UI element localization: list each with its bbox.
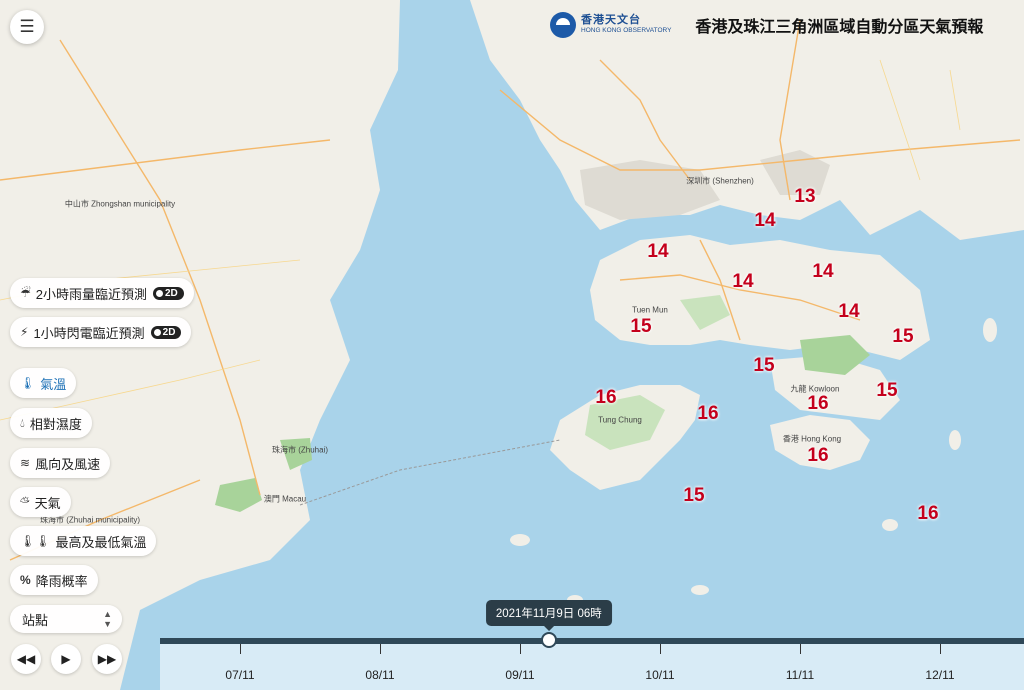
- rain-2d-toggle[interactable]: 2D: [153, 286, 184, 300]
- timeline-tick: [240, 644, 241, 654]
- rain-cloud-icon: ☔: [20, 286, 31, 300]
- layer-lightning-label: 1小時閃電臨近預測: [33, 325, 145, 341]
- timeline-tick-label[interactable]: 12/11: [925, 668, 954, 682]
- map-label-zhuhai: 珠海市 (Zhuhai): [271, 445, 329, 455]
- wind-icon: ≋: [20, 456, 31, 470]
- map-label-tung-chung: Tung Chung: [598, 415, 642, 425]
- temperature-marker[interactable]: 15: [753, 355, 774, 377]
- temperature-marker[interactable]: 14: [812, 261, 833, 283]
- temperature-marker[interactable]: 16: [697, 403, 718, 425]
- hko-logo-icon: [550, 12, 576, 38]
- hko-logo[interactable]: 香港天文台 HONG KONG OBSERVATORY: [550, 12, 671, 38]
- layer-lightning[interactable]: ⚡ 1小時閃電臨近預測 2D: [10, 317, 192, 347]
- temperature-marker[interactable]: 16: [807, 445, 828, 467]
- station-select-value: 站點: [22, 612, 49, 628]
- timeline-track[interactable]: [160, 638, 1024, 644]
- temperature-marker[interactable]: 16: [595, 387, 616, 409]
- max-min-thermometer-icon: 🌡︎🌡︎: [20, 534, 51, 548]
- percent-icon: %: [20, 573, 31, 587]
- layer-max-min-label: 最高及最低氣溫: [55, 534, 147, 550]
- temperature-marker[interactable]: 16: [807, 393, 828, 415]
- layer-max-min[interactable]: 🌡︎🌡︎ 最高及最低氣溫: [10, 526, 157, 556]
- map-label-shenzhen: 深圳市 (Shenzhen): [686, 176, 754, 186]
- layer-weather[interactable]: ⛅︎ 天氣: [10, 487, 71, 517]
- hamburger-icon: ☰: [19, 17, 35, 36]
- menu-button[interactable]: ☰: [10, 10, 44, 44]
- temperature-marker[interactable]: 14: [754, 210, 775, 232]
- droplet-icon: 💧︎: [20, 415, 25, 430]
- timeline-tick: [520, 644, 521, 654]
- temperature-marker[interactable]: 15: [892, 326, 913, 348]
- fast-forward-button[interactable]: ▶▶: [92, 644, 122, 674]
- timeline-background: [160, 644, 1024, 690]
- layer-humidity[interactable]: 💧︎ 相對濕度: [10, 408, 92, 438]
- chevron-updown-icon: ▲ ▼: [103, 609, 112, 629]
- play-icon: ▶: [61, 652, 71, 666]
- temperature-marker[interactable]: 14: [838, 301, 859, 323]
- page-title: 香港及珠江三角洲區域自動分區天氣預報: [695, 19, 984, 36]
- layer-temperature-label: 氣溫: [40, 376, 67, 392]
- temperature-marker[interactable]: 14: [647, 241, 668, 263]
- map-label-zhongshan: 中山市 Zhongshan municipality: [64, 199, 176, 209]
- rewind-icon: ◀◀: [16, 652, 36, 666]
- layer-psr-label: 降雨概率: [35, 573, 88, 589]
- layer-temperature[interactable]: 🌡︎ 氣溫: [10, 368, 77, 398]
- lightning-2d-toggle[interactable]: 2D: [150, 325, 182, 339]
- lightning-icon: ⚡: [20, 325, 29, 339]
- temperature-marker[interactable]: 14: [732, 271, 753, 293]
- temperature-marker[interactable]: 15: [683, 485, 704, 507]
- timeline-tick-label[interactable]: 11/11: [786, 668, 814, 682]
- timeline-tick: [660, 644, 661, 654]
- timeline-tick-label[interactable]: 10/11: [645, 668, 674, 682]
- rewind-button[interactable]: ◀◀: [11, 644, 41, 674]
- play-button[interactable]: ▶: [51, 644, 81, 674]
- map-label-tuen-mun: Tuen Mun: [632, 305, 668, 315]
- timeline-tick: [940, 644, 941, 654]
- fast-forward-icon: ▶▶: [97, 652, 117, 666]
- layer-rain-label: 2小時雨量臨近預測: [35, 286, 147, 302]
- layer-psr[interactable]: % 降雨概率: [10, 565, 98, 595]
- timeline-tick: [800, 644, 801, 654]
- header: 香港天文台 HONG KONG OBSERVATORY 香港及珠江三角洲區域自動…: [550, 12, 983, 38]
- timeline-tick-label[interactable]: 07/11: [225, 668, 254, 682]
- map-label-hong-kong: 香港 Hong Kong: [782, 434, 842, 444]
- station-select[interactable]: 站點 ▲ ▼: [10, 605, 122, 633]
- layer-rain[interactable]: ☔ 2小時雨量臨近預測 2D: [10, 278, 194, 308]
- thermometer-icon: 🌡︎: [20, 376, 36, 390]
- layer-humidity-label: 相對濕度: [29, 416, 82, 432]
- timeline-tick-label[interactable]: 09/11: [505, 668, 534, 682]
- temperature-marker[interactable]: 13: [794, 186, 815, 208]
- layer-weather-label: 天氣: [34, 495, 61, 511]
- weather-icon: ⛅︎: [20, 494, 30, 509]
- timeline-thumb[interactable]: [540, 632, 557, 648]
- temperature-marker[interactable]: 16: [917, 503, 938, 525]
- timeline-tick-label[interactable]: 08/11: [365, 668, 394, 682]
- layer-wind-label: 風向及風速: [35, 456, 101, 472]
- map-label-macau: 澳門 Macau: [263, 494, 307, 504]
- temperature-marker[interactable]: 15: [630, 316, 651, 338]
- timeline-tooltip: 2021年11月9日 06時: [485, 600, 612, 631]
- temperature-marker[interactable]: 15: [876, 380, 897, 402]
- layer-wind[interactable]: ≋ 風向及風速: [10, 448, 111, 478]
- logo-en: HONG KONG OBSERVATORY: [581, 27, 672, 35]
- logo-cn: 香港天文台: [581, 14, 641, 27]
- timeline-tick: [380, 644, 381, 654]
